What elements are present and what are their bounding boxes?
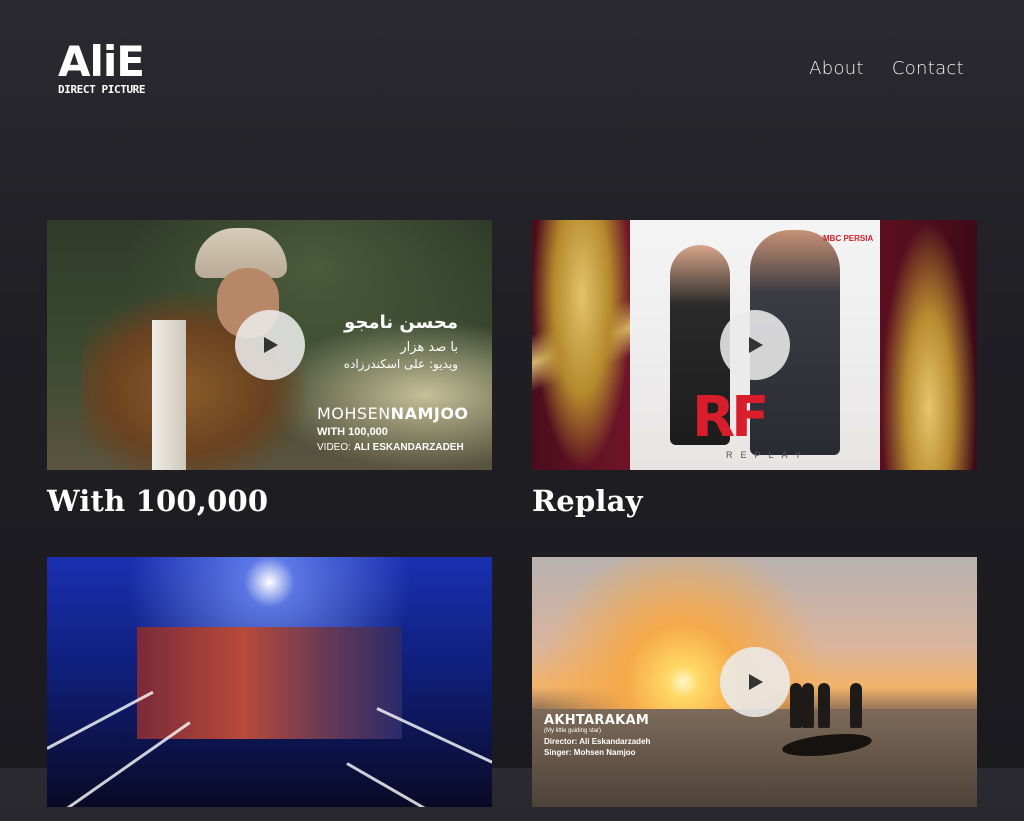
silhouette xyxy=(790,683,802,728)
thumbnail-director: Director: Ali Eskandarzadeh xyxy=(544,737,651,746)
guitar-image xyxy=(881,220,977,470)
thumbnail-fa-credit: ویدیو: علی اسکندرزاده xyxy=(343,357,458,371)
thumbnail-song: WITH 100,000 xyxy=(317,426,388,438)
video-thumbnail[interactable]: AKHTARAKAM (My little guiding star) Dire… xyxy=(532,557,977,807)
play-button-icon[interactable] xyxy=(719,310,790,380)
play-button-icon[interactable] xyxy=(719,647,790,717)
thumbnail-artist: MOHSENNAMJOO xyxy=(317,404,469,423)
logo-tagline: DIRECT PICTURE xyxy=(58,83,146,96)
thumbnail-stage-screen xyxy=(137,627,402,739)
logo-wordmark: AliE xyxy=(58,37,145,86)
silhouette xyxy=(850,683,862,728)
video-card[interactable]: محسن نامجو با صد هزار ویدیو: علی اسکندرز… xyxy=(47,220,492,518)
artist-last: NAMJOO xyxy=(390,404,469,423)
thumbnail-subtitle: (My little guiding star) xyxy=(544,728,602,734)
video-title[interactable]: Replay xyxy=(532,484,977,518)
site-logo[interactable]: AliE DIRECT PICTURE xyxy=(58,37,158,98)
nav-contact[interactable]: Contact xyxy=(892,58,964,79)
video-title[interactable]: With 100,000 xyxy=(47,484,492,518)
thumbnail-singer: Singer: Mohsen Namjoo xyxy=(544,748,636,757)
artist-first: MOHSEN xyxy=(317,404,391,423)
video-thumbnail[interactable]: محسن نامجو با صد هزار ویدیو: علی اسکندرز… xyxy=(47,220,492,470)
poster-badge: MBC PERSIA xyxy=(823,234,874,243)
video-thumbnail[interactable]: MBC PERSIA RF REPLAY xyxy=(532,220,977,470)
saxophone-image xyxy=(532,220,632,470)
thumbnail-song: AKHTARAKAM xyxy=(544,713,650,728)
thumbnail-scarf xyxy=(152,320,186,470)
video-thumbnail[interactable] xyxy=(47,557,492,807)
thumbnail-fa-title: محسن نامجو xyxy=(344,312,458,333)
silhouette xyxy=(818,683,830,728)
site-header: AliE DIRECT PICTURE About Contact xyxy=(0,0,1024,140)
video-card[interactable]: MBC PERSIA RF REPLAY Replay xyxy=(532,220,977,518)
nav-about[interactable]: About xyxy=(809,58,864,79)
main-nav: About Contact xyxy=(809,58,964,79)
poster-logo: RF xyxy=(692,385,769,450)
credit-name: ALI ESKANDARZADEH xyxy=(353,442,464,453)
poster-word: REPLAY xyxy=(726,450,809,460)
video-card[interactable] xyxy=(47,557,492,821)
credit-prefix: VIDEO: xyxy=(317,442,351,453)
play-button-icon[interactable] xyxy=(234,310,305,380)
thumbnail-credit: VIDEO: ALI ESKANDARZADEH xyxy=(317,442,464,453)
light-beam xyxy=(346,762,487,807)
light-beam xyxy=(66,721,191,807)
thumbnail-fa-subtitle: با صد هزار xyxy=(400,340,458,355)
silhouette xyxy=(802,683,814,728)
video-card[interactable]: AKHTARAKAM (My little guiding star) Dire… xyxy=(532,557,977,821)
